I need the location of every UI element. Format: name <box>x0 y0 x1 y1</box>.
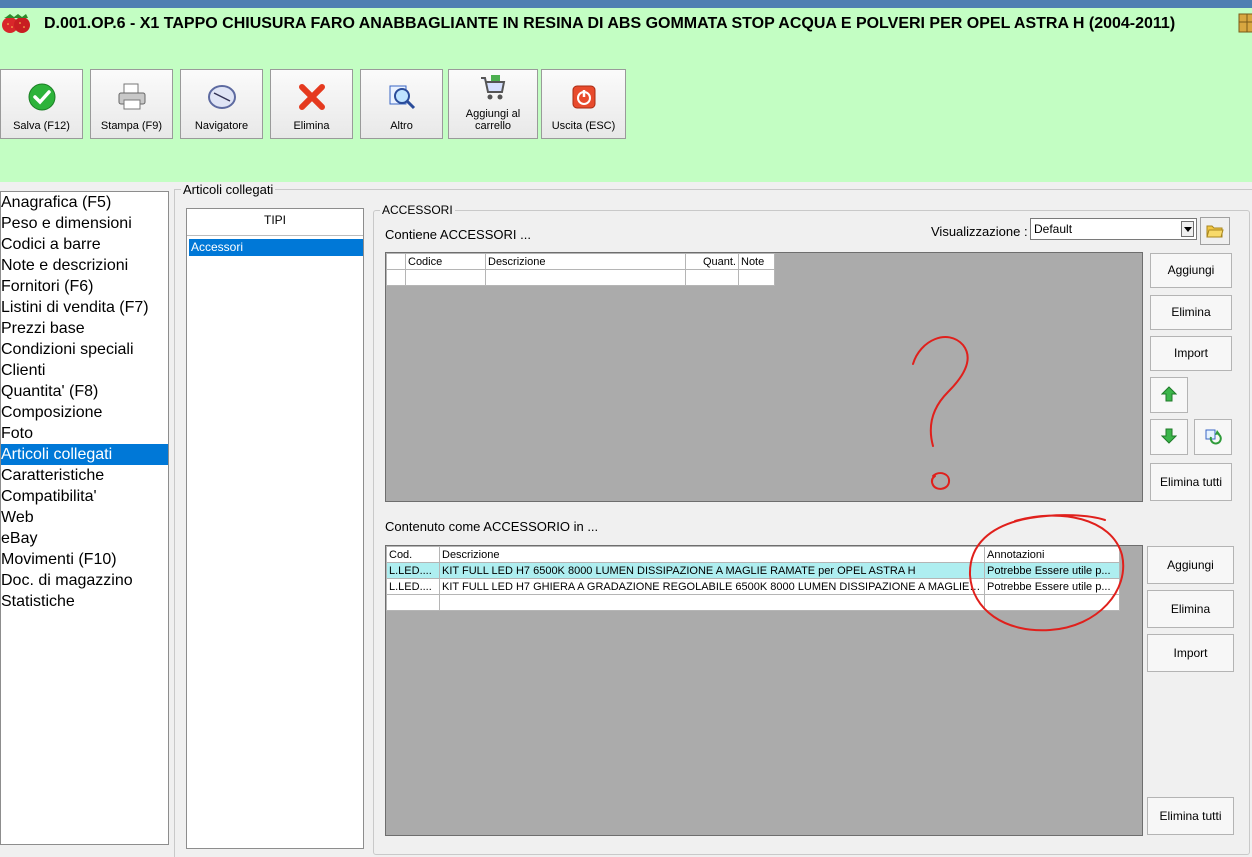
folder-icon <box>1206 225 1224 238</box>
column-header-note[interactable]: Note <box>738 253 775 270</box>
nav-item-doc-magazzino[interactable]: Doc. di magazzino <box>1 570 168 591</box>
nav-item-statistiche[interactable]: Statistiche <box>1 591 168 612</box>
bottom-delete-all-button[interactable]: Elimina tutti <box>1147 797 1234 835</box>
nav-item-ebay[interactable]: eBay <box>1 528 168 549</box>
nav-item-peso[interactable]: Peso e dimensioni <box>1 213 168 234</box>
visualizzazione-select[interactable]: Default <box>1030 218 1197 240</box>
exit-button[interactable]: Uscita (ESC) <box>541 69 626 139</box>
power-icon <box>572 85 595 109</box>
save-button-label: Salva (F12) <box>13 120 70 132</box>
bottom-import-button[interactable]: Import <box>1147 634 1234 672</box>
nav-item-condizioni[interactable]: Condizioni speciali <box>1 339 168 360</box>
add-to-cart-button[interactable]: Aggiungi al carrello <box>448 69 538 139</box>
cell-cod[interactable]: L.LED.... <box>386 578 440 595</box>
nav-item-listini[interactable]: Listini di vendita (F7) <box>1 297 168 318</box>
column-header-cod[interactable]: Cod. <box>386 546 440 563</box>
top-import-button[interactable]: Import <box>1150 336 1232 371</box>
nav-item-caratteristiche[interactable]: Caratteristiche <box>1 465 168 486</box>
top-delete-all-button[interactable]: Elimina tutti <box>1150 463 1232 501</box>
accessori-legend: ACCESSORI <box>380 203 455 217</box>
nav-item-quantita[interactable]: Quantita' (F8) <box>1 381 168 402</box>
contenuto-label: Contenuto come ACCESSORIO in ... <box>385 519 599 534</box>
column-header-codice[interactable]: Codice <box>405 253 486 270</box>
cell-descrizione[interactable]: KIT FULL LED H7 6500K 8000 LUMEN DISSIPA… <box>439 562 985 579</box>
section-nav-list: Anagrafica (F5) Peso e dimensioni Codici… <box>0 191 169 845</box>
window-title-bar <box>0 0 1252 8</box>
nav-item-clienti[interactable]: Clienti <box>1 360 168 381</box>
printer-icon <box>118 83 145 110</box>
navigator-button[interactable]: Navigatore <box>180 69 263 139</box>
compass-icon <box>207 85 236 109</box>
table-row[interactable]: L.LED.... KIT FULL LED H7 6500K 8000 LUM… <box>386 562 1120 579</box>
strawberry-logo-icon <box>2 14 30 33</box>
table-row[interactable] <box>386 594 1120 611</box>
other-button[interactable]: Altro <box>360 69 443 139</box>
tipi-header: TIPI <box>187 209 363 236</box>
arrow-up-icon <box>1161 386 1177 402</box>
refresh-icon <box>1205 429 1222 445</box>
column-header-quant[interactable]: Quant. <box>685 253 739 270</box>
product-title: D.001.OP.6 - X1 TAPPO CHIUSURA FARO ANAB… <box>44 15 1176 32</box>
header-area: D.001.OP.6 - X1 TAPPO CHIUSURA FARO ANAB… <box>0 8 1252 182</box>
move-up-button[interactable] <box>1150 377 1188 413</box>
delete-button-label: Elimina <box>293 120 330 132</box>
cell-cod[interactable]: L.LED.... <box>386 562 440 579</box>
x-icon <box>298 84 325 110</box>
nav-item-movimenti[interactable]: Movimenti (F10) <box>1 549 168 570</box>
check-icon <box>28 83 55 111</box>
column-header-descrizione[interactable]: Descrizione <box>485 253 686 270</box>
contiene-label: Contiene ACCESSORI ... <box>385 227 531 242</box>
top-delete-button[interactable]: Elimina <box>1150 295 1232 330</box>
save-button[interactable]: Salva (F12) <box>0 69 83 139</box>
print-button[interactable]: Stampa (F9) <box>90 69 173 139</box>
cart-icon <box>481 75 506 100</box>
nav-item-foto[interactable]: Foto <box>1 423 168 444</box>
nav-item-web[interactable]: Web <box>1 507 168 528</box>
nav-item-composizione[interactable]: Composizione <box>1 402 168 423</box>
row-selector[interactable] <box>386 269 406 286</box>
nav-item-fornitori[interactable]: Fornitori (F6) <box>1 276 168 297</box>
move-down-button[interactable] <box>1150 419 1188 455</box>
magnifier-icon <box>389 85 415 110</box>
package-icon <box>1238 13 1252 33</box>
refresh-button[interactable] <box>1194 419 1232 455</box>
nav-item-compatibilita[interactable]: Compatibilita' <box>1 486 168 507</box>
cell-annotazioni[interactable]: Potrebbe Essere utile p... <box>984 578 1120 595</box>
add-to-cart-button-label: Aggiungi al carrello <box>465 108 521 132</box>
exit-button-label: Uscita (ESC) <box>551 120 616 132</box>
top-add-button[interactable]: Aggiungi <box>1150 253 1232 288</box>
bottom-delete-button[interactable]: Elimina <box>1147 590 1234 628</box>
table-row[interactable]: L.LED.... KIT FULL LED H7 GHIERA A GRADA… <box>386 578 1120 595</box>
delete-button[interactable]: Elimina <box>270 69 353 139</box>
column-header-annotazioni[interactable]: Annotazioni <box>984 546 1120 563</box>
contiene-grid: Codice Descrizione Quant. Note <box>385 252 1143 502</box>
nav-item-anagrafica[interactable]: Anagrafica (F5) <box>1 192 168 213</box>
navigator-button-label: Navigatore <box>194 120 249 132</box>
visualizzazione-value: Default <box>1034 222 1073 236</box>
articoli-collegati-legend: Articoli collegati <box>181 182 276 197</box>
contenuto-table: Cod. Descrizione Annotazioni L.LED.... K… <box>386 546 1120 611</box>
tipi-list: TIPI Accessori <box>186 208 364 849</box>
table-row[interactable] <box>386 269 775 286</box>
chevron-down-icon[interactable] <box>1181 221 1194 237</box>
open-folder-button[interactable] <box>1200 217 1230 245</box>
row-selector-header <box>386 253 406 270</box>
column-header-descrizione[interactable]: Descrizione <box>439 546 985 563</box>
cell-annotazioni[interactable]: Potrebbe Essere utile p... <box>984 562 1120 579</box>
arrow-down-icon <box>1161 428 1177 444</box>
print-button-label: Stampa (F9) <box>100 120 163 132</box>
tipi-item-accessori[interactable]: Accessori <box>189 239 363 256</box>
contiene-table: Codice Descrizione Quant. Note <box>386 253 775 286</box>
visualizzazione-label: Visualizzazione : <box>931 224 1028 239</box>
nav-item-prezzi-base[interactable]: Prezzi base <box>1 318 168 339</box>
nav-item-articoli-collegati[interactable]: Articoli collegati <box>1 444 168 465</box>
other-button-label: Altro <box>390 120 413 132</box>
nav-item-codici-barre[interactable]: Codici a barre <box>1 234 168 255</box>
bottom-add-button[interactable]: Aggiungi <box>1147 546 1234 584</box>
cell-descrizione[interactable]: KIT FULL LED H7 GHIERA A GRADAZIONE REGO… <box>439 578 985 595</box>
contenuto-grid: Cod. Descrizione Annotazioni L.LED.... K… <box>385 545 1143 836</box>
nav-item-note[interactable]: Note e descrizioni <box>1 255 168 276</box>
